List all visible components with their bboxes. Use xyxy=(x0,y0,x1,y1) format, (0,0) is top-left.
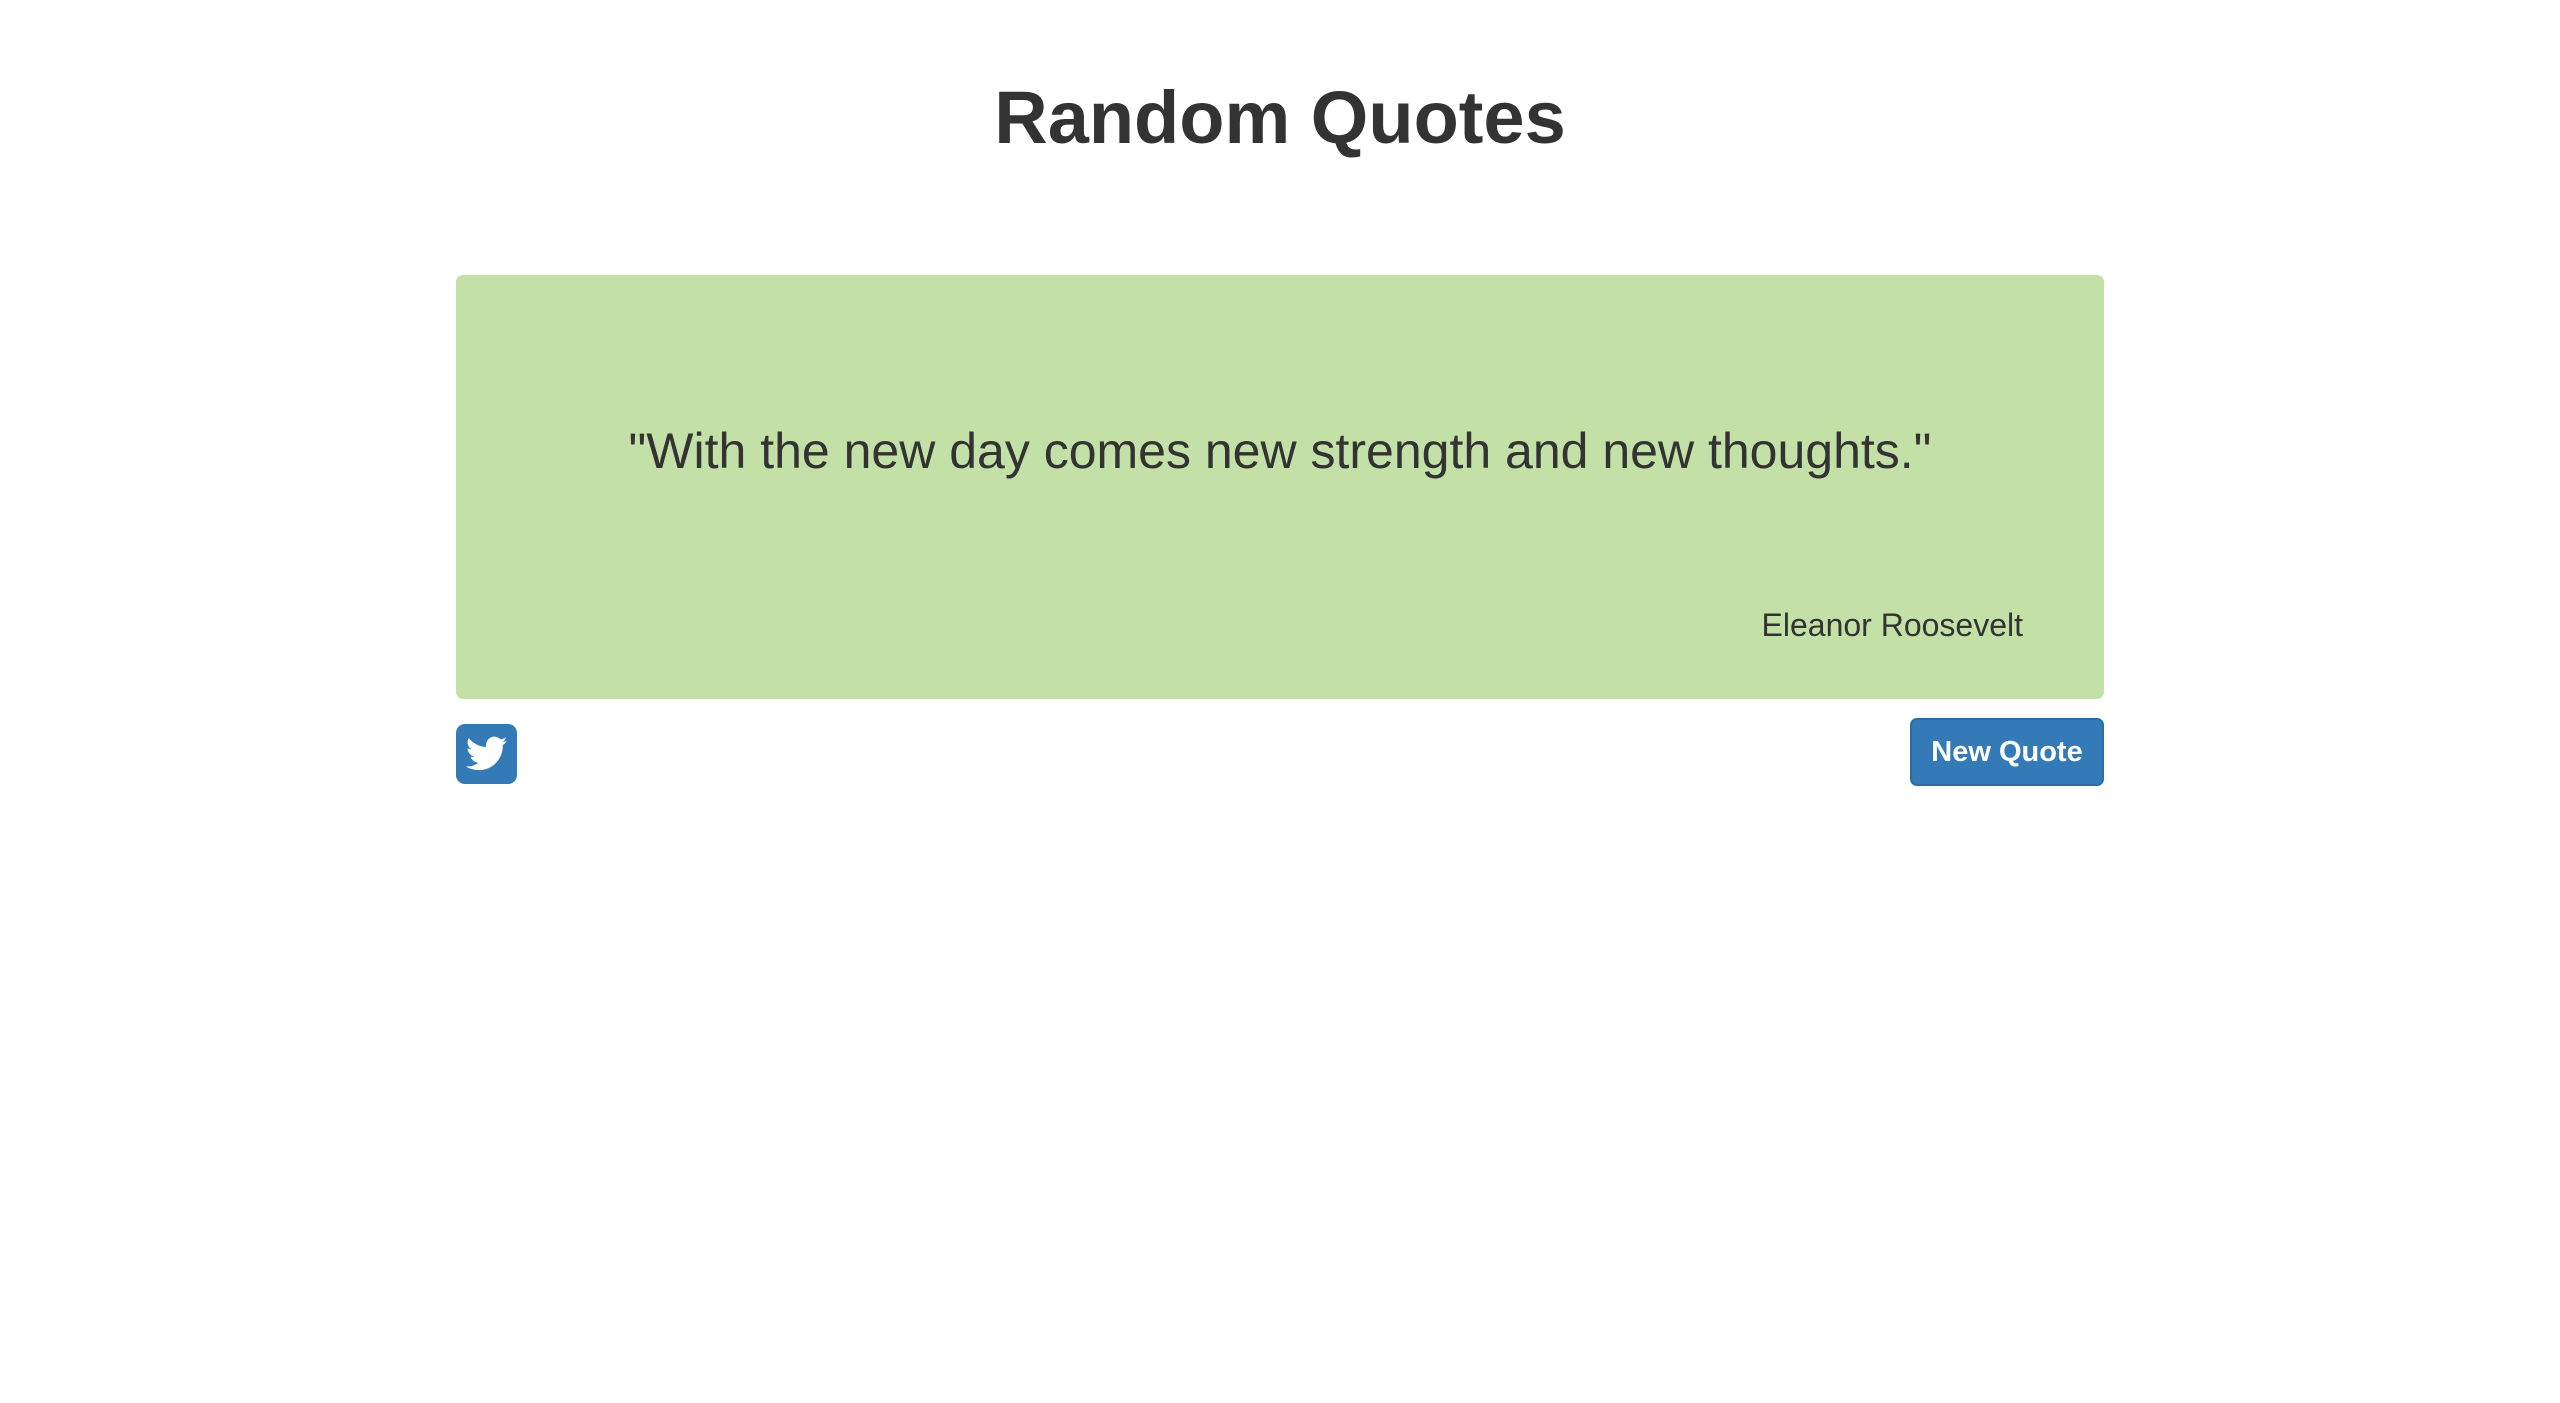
page-title: Random Quotes xyxy=(994,76,1566,159)
quote-text: "With the new day comes new strength and… xyxy=(628,423,1932,479)
twitter-icon xyxy=(465,736,507,771)
quote-author: Eleanor Roosevelt xyxy=(1761,607,2023,643)
tweet-button[interactable] xyxy=(456,724,517,784)
new-quote-button[interactable]: New Quote xyxy=(1910,718,2104,786)
quote-card: "With the new day comes new strength and… xyxy=(456,275,2104,699)
page: Random Quotes "With the new day comes ne… xyxy=(0,0,2560,1403)
